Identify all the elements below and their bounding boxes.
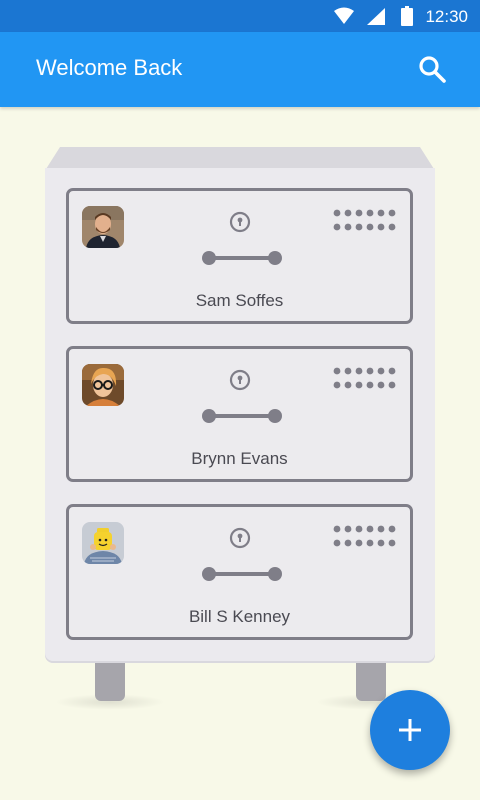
account-name: Bill S Kenney	[188, 607, 291, 626]
account-name: Brynn Evans	[191, 449, 288, 468]
status-time: 12:30	[425, 7, 468, 26]
drawer-handle	[202, 567, 282, 581]
drawer-handle	[202, 409, 282, 423]
avatar	[82, 206, 124, 248]
lock-icon	[229, 369, 251, 391]
search-icon[interactable]	[416, 53, 448, 85]
vent-grille	[333, 367, 396, 389]
wifi-icon	[334, 7, 354, 24]
plus-icon	[399, 719, 421, 741]
page-title: Welcome Back	[36, 55, 183, 80]
account-name: Sam Soffes	[195, 291, 284, 310]
lock-icon	[229, 211, 251, 233]
avatar	[82, 522, 124, 564]
lock-icon	[229, 527, 251, 549]
signal-icon	[367, 8, 385, 25]
cabinet-leg-right	[356, 663, 386, 701]
status-bar: 12:30	[0, 0, 480, 32]
battery-icon	[401, 6, 413, 26]
app-bar: Welcome Back	[0, 32, 480, 107]
account-drawer-bill-s-kenney[interactable]: Bill S Kenney	[66, 504, 413, 640]
vent-grille	[333, 525, 396, 547]
vent-grille	[333, 209, 396, 231]
account-drawer-sam-soffes[interactable]: Sam Soffes	[66, 188, 413, 324]
cabinet-leg-left	[95, 663, 125, 701]
avatar	[82, 364, 124, 406]
add-account-button[interactable]	[370, 690, 450, 770]
drawer-handle	[202, 251, 282, 265]
account-drawer-brynn-evans[interactable]: Brynn Evans	[66, 346, 413, 482]
